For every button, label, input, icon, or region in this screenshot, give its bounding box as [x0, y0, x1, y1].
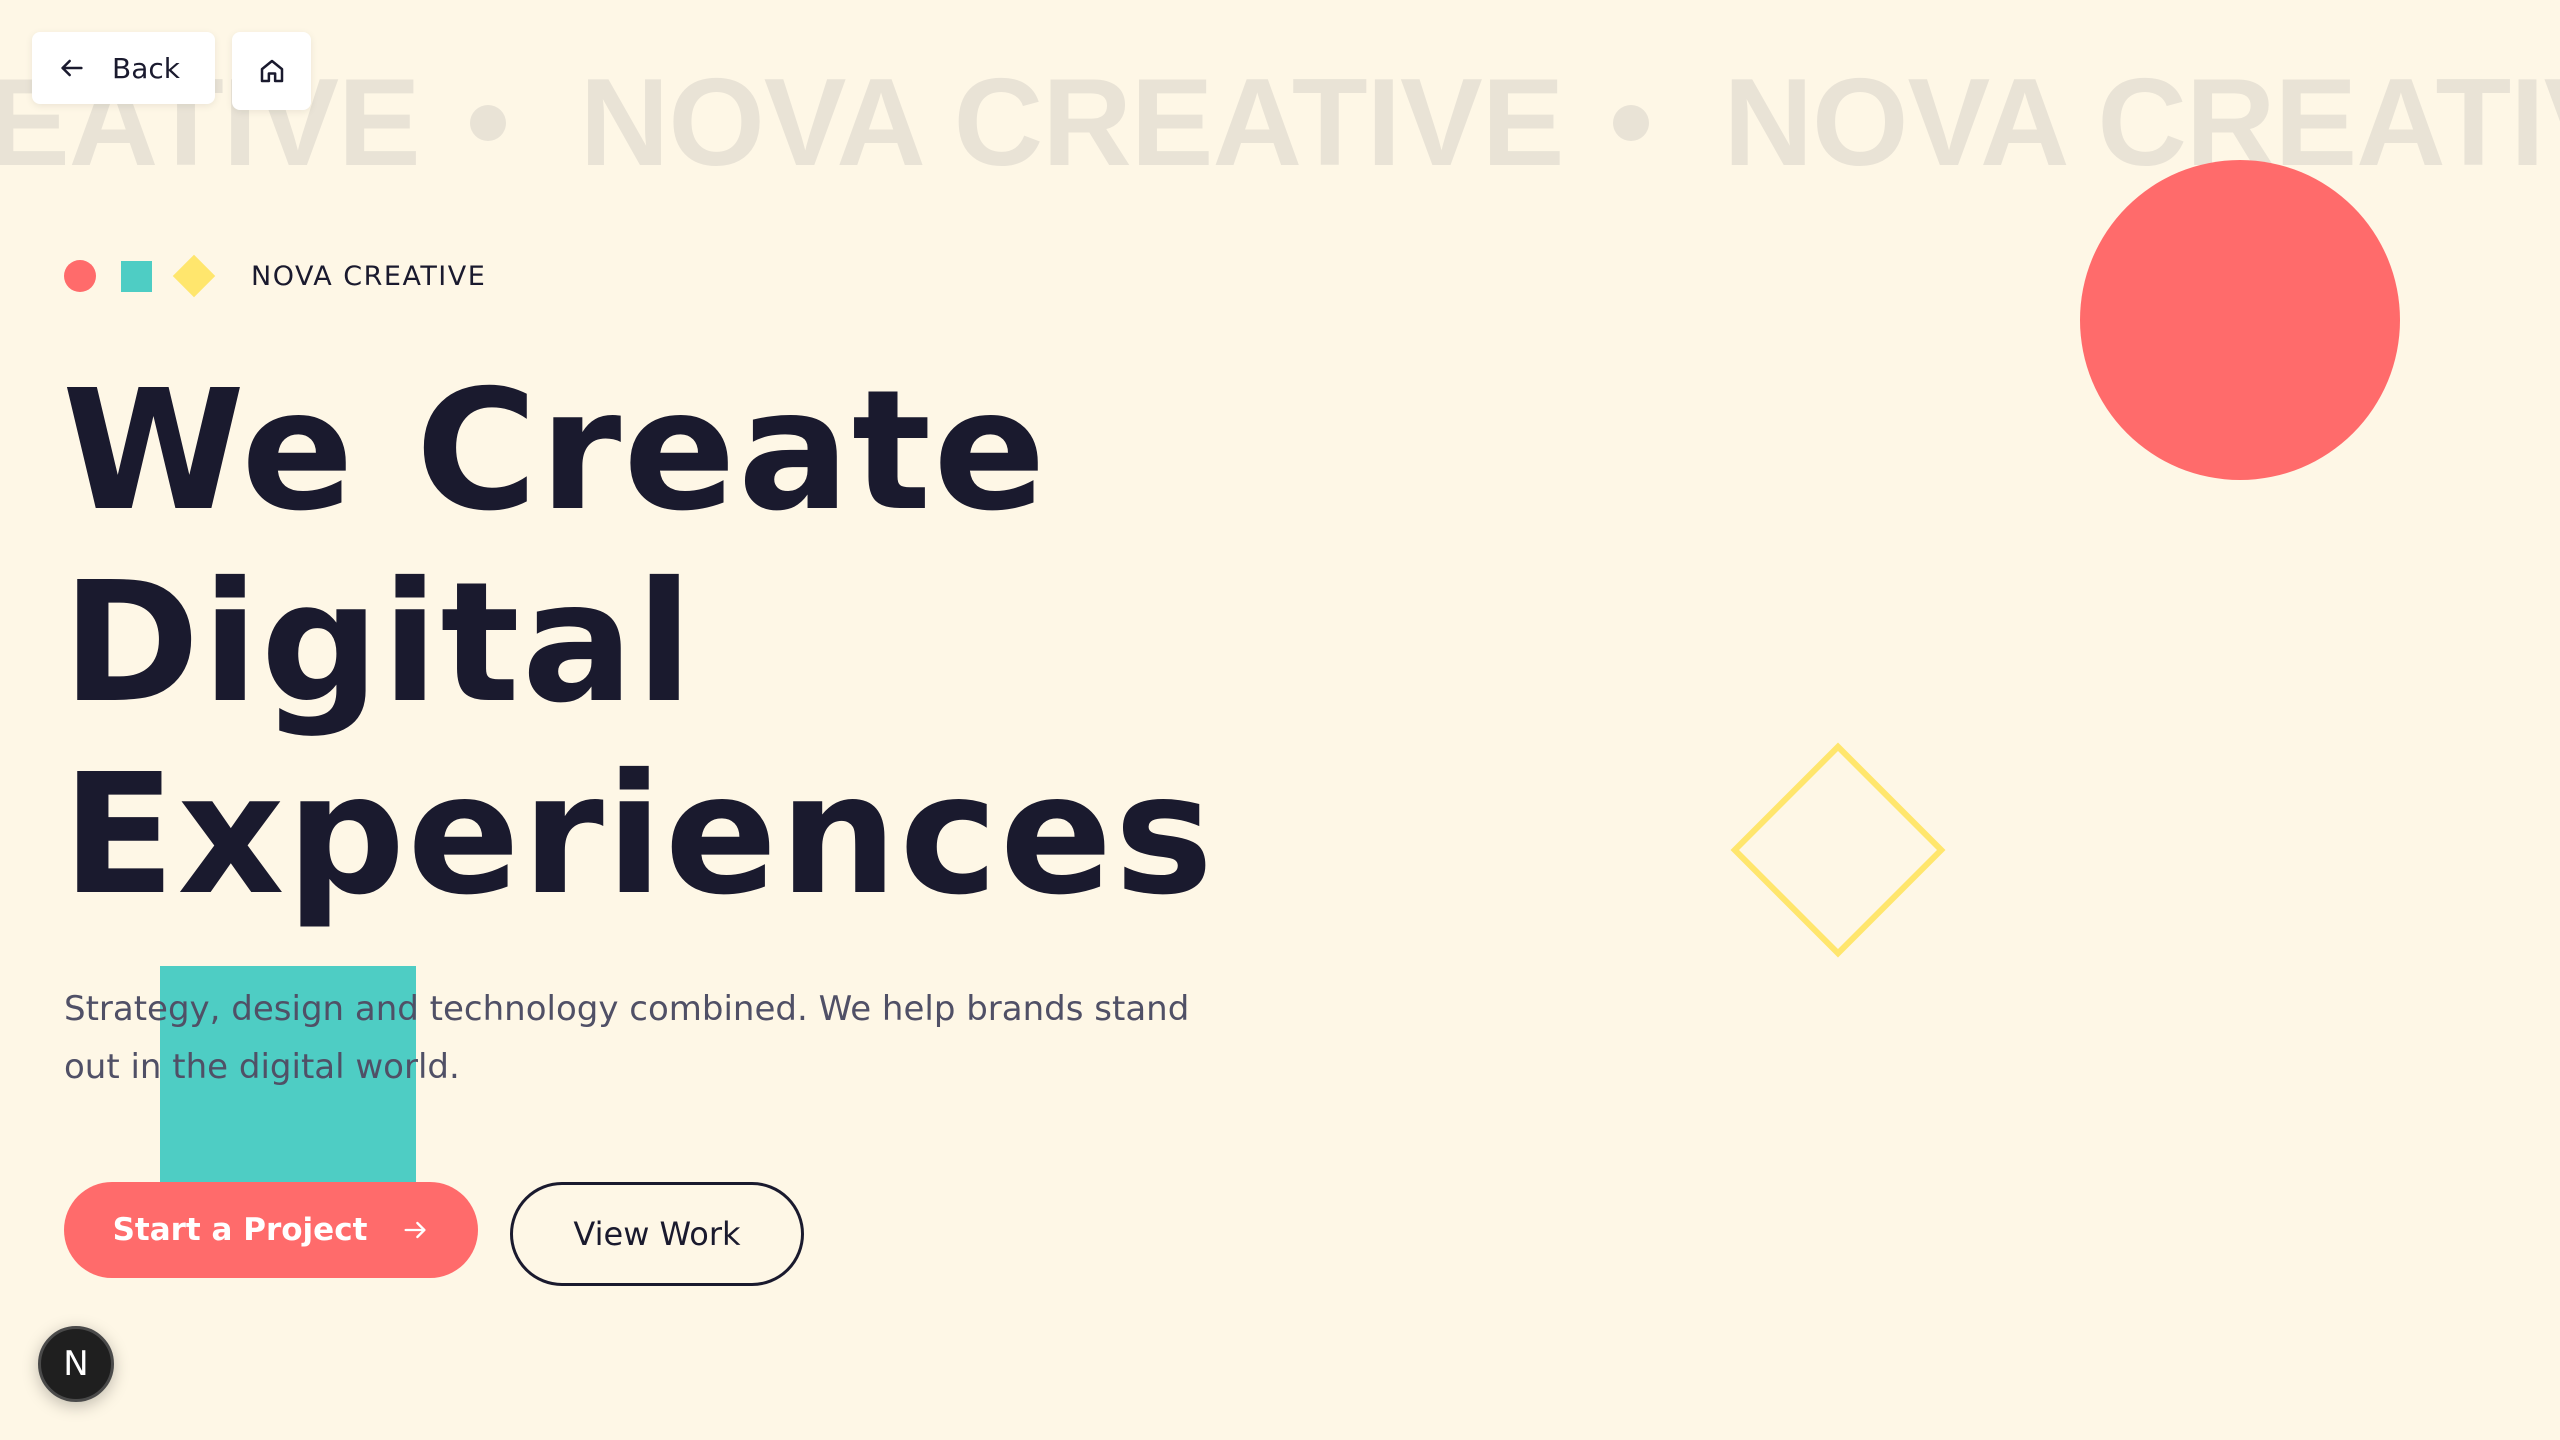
view-work-button-label: View Work [573, 1215, 741, 1253]
home-icon [257, 56, 287, 86]
arrow-right-icon [401, 1216, 429, 1244]
start-project-button-label: Start a Project [112, 1212, 368, 1248]
marquee-item: NOVA CREATIVE [580, 48, 1650, 198]
view-work-button[interactable]: View Work [510, 1182, 804, 1286]
arrow-left-icon [58, 54, 86, 82]
home-button[interactable] [232, 32, 311, 110]
badge-letter: N [63, 1344, 89, 1384]
decorative-coral-circle [2080, 160, 2400, 480]
hero-title-line: Digital [62, 547, 695, 740]
nextjs-badge[interactable]: N [38, 1326, 114, 1402]
back-button-label: Back [112, 51, 180, 85]
marquee-item-text: NOVA CREATIVE [579, 54, 1565, 192]
brand-logo[interactable]: NOVA CREATIVE [64, 254, 486, 298]
hero-title-line: Experiences [62, 739, 1216, 932]
marquee-item: NOVA CREATIVE [1723, 48, 2560, 198]
brand-name: NOVA CREATIVE [251, 260, 487, 292]
hero-title-line: We Create [62, 355, 1048, 548]
hero-subtitle: Strategy, design and technology combined… [64, 980, 1204, 1096]
marquee-dot-icon [1613, 105, 1650, 141]
start-project-button[interactable]: Start a Project [64, 1182, 478, 1278]
hero-subtitle-line: Strategy, design and technology combined… [64, 989, 1190, 1029]
decorative-yellow-diamond-outline [1730, 742, 1946, 958]
marquee-dot-icon [469, 105, 506, 141]
back-button[interactable]: Back [32, 32, 215, 104]
logo-circle-icon [64, 260, 96, 292]
logo-diamond-icon [172, 254, 216, 298]
logo-square-icon [121, 260, 152, 292]
hero-title: We Create Digital Experiences [62, 356, 1215, 932]
hero-subtitle-line: out in the digital world. [64, 1047, 460, 1087]
marquee-item-text: NOVA CREATIVE [1723, 54, 2560, 192]
